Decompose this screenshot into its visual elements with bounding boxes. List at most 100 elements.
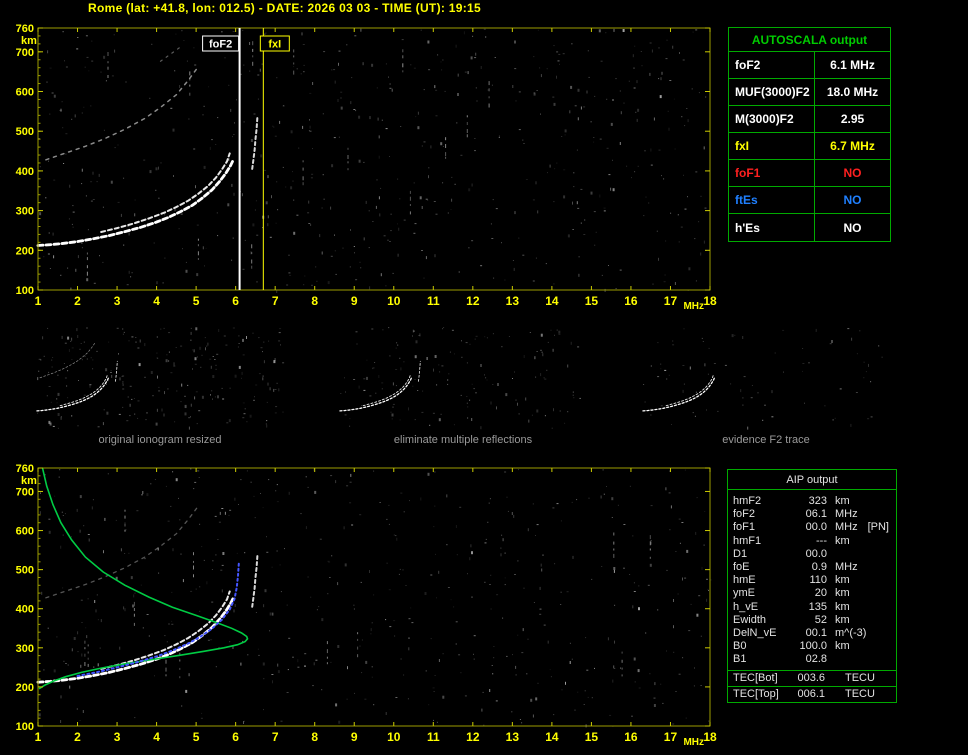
x-tick-label: 14 xyxy=(545,730,559,744)
aip-row-unit: km xyxy=(835,534,850,547)
page-title: Rome (lat: +41.8, lon: 012.5) - DATE: 20… xyxy=(88,1,481,15)
x-tick-label: 14 xyxy=(545,294,559,308)
marker-label-foF2: foF2 xyxy=(209,39,232,51)
aip-row-value: 02.8 xyxy=(805,653,827,666)
thumbnail-caption-2: evidence F2 trace xyxy=(722,434,810,446)
trace-x-mode-cusp xyxy=(114,360,118,382)
aip-table-main: AIP output hmF2 323 km foF2 06.1 MHz foF1 00.0 M… xyxy=(727,469,897,687)
aip-row-unit: km xyxy=(835,495,850,507)
autoscala-row-value: 2.95 xyxy=(840,112,865,126)
trace-second-hop-upper xyxy=(159,46,181,62)
aip-row-label: h_vE xyxy=(733,600,759,613)
autoscala-row-value: NO xyxy=(843,220,862,235)
aip-row-unit: km xyxy=(835,574,850,587)
aip-row-unit: km xyxy=(835,640,850,653)
autoscala-row-foF1: foF1 NO xyxy=(729,160,890,187)
aip-row-value: 00.1 xyxy=(805,627,827,640)
x-tick-label: 12 xyxy=(466,294,480,308)
y-tick-label: 400 xyxy=(16,166,34,178)
trace-f2-trace-x-mode xyxy=(100,152,231,233)
autoscala-row-ftEs: ftEs NO xyxy=(729,187,890,214)
aip-row-unit: km xyxy=(835,613,850,626)
x-tick-label: 5 xyxy=(193,294,200,308)
aip-row-value: 100.0 xyxy=(799,640,827,653)
y-tick-label: 600 xyxy=(16,87,34,99)
trace-f2-trace-o-mode xyxy=(36,157,236,247)
aip-table-rows: hmF2 323 km foF2 06.1 MHz foF1 00.0 MHz [PN] hmF1 -… xyxy=(728,495,896,667)
x-tick-label: 16 xyxy=(624,294,638,308)
top-ionogram-plot: 1 2 3 4 5 6 7 8 9 10 11 12 13 14 15 16 17 18MHz7607006005… xyxy=(16,23,717,312)
aip-row-label: Ewidth xyxy=(733,613,767,626)
trace-electron-density-profile xyxy=(38,467,249,690)
aip-row-value: --- xyxy=(816,534,827,547)
aip-row-unit: MHz [PN] xyxy=(835,521,889,534)
x-tick-label: 1 xyxy=(35,294,42,308)
aip-row-foE: foE 0.9 MHz xyxy=(728,561,896,574)
x-tick-label: 9 xyxy=(351,294,358,308)
y-tick-label: 400 xyxy=(16,604,34,616)
y-tick-label: 760 xyxy=(16,463,34,475)
aip-row-unit: m^(-3) xyxy=(835,627,867,640)
aip-row-value: 20 xyxy=(814,587,827,600)
plot-border xyxy=(37,467,711,727)
aip-row-label: D1 xyxy=(733,547,748,560)
x-tick-label: 4 xyxy=(153,294,160,308)
aip-row-D1: D1 00.0 xyxy=(728,548,896,561)
x-tick-label: 13 xyxy=(506,730,520,744)
aip-row-value: 06.1 xyxy=(805,508,827,521)
autoscala-row-value: 18.0 MHz xyxy=(826,85,879,99)
aip-row-label: foF1 xyxy=(733,521,756,534)
aip-row-label: hmF2 xyxy=(733,495,762,507)
trace-x-mode-cusp xyxy=(251,115,259,170)
aip-row-value: 00.0 xyxy=(805,521,827,534)
autoscala-table-title: AUTOSCALA output xyxy=(729,28,890,52)
x-tick-label: 10 xyxy=(387,730,401,744)
autoscala-row-M(3000)F2: M(3000)F2 2.95 xyxy=(729,106,890,133)
y-tick-label: 500 xyxy=(16,126,34,138)
autoscala-row-foF2: foF2 6.1 MHz xyxy=(729,52,890,79)
x-tick-label: 4 xyxy=(153,730,160,744)
y-tick-label: 500 xyxy=(16,565,34,577)
autoscala-row-label: ftEs xyxy=(729,187,815,213)
thumbnail-original-ionogram xyxy=(36,327,285,430)
autoscala-table-rows: foF2 6.1 MHz MUF(3000)F2 18.0 MHz M(3000)F2 2… xyxy=(729,52,890,241)
thumbnail-caption-0: original ionogram resized xyxy=(98,434,222,446)
autoscala-row-label: fxI xyxy=(729,133,815,159)
aip-row-value: 52 xyxy=(814,613,827,626)
x-tick-label: 16 xyxy=(624,730,638,744)
trace-f2-trace-x-mode xyxy=(665,374,714,407)
aip-row-hmF2: hmF2 323 km xyxy=(728,495,896,508)
autoscala-row-fxI: fxI 6.7 MHz xyxy=(729,133,890,160)
x-tick-label: 15 xyxy=(585,730,599,744)
y-tick-label: 600 xyxy=(16,526,34,538)
y-axis-unit: km xyxy=(21,35,37,47)
aip-row-DelN_vE: DelN_vE 00.1 m^(-3) xyxy=(728,627,896,640)
x-tick-label: 7 xyxy=(272,294,279,308)
y-tick-label: 300 xyxy=(16,643,34,655)
aip-row-unit: MHz xyxy=(835,508,858,521)
aip-row-label: ymE xyxy=(733,587,755,600)
aip-row-foF2: foF2 06.1 MHz xyxy=(728,508,896,521)
x-tick-label: 6 xyxy=(232,294,239,308)
autoscala-row-value: 6.7 MHz xyxy=(830,139,875,153)
tec-top-row: TEC[Top] 006.1 TECU xyxy=(727,686,897,703)
trace-f2-trace-o-mode xyxy=(339,376,413,412)
x-tick-label: 6 xyxy=(232,730,239,744)
trace-x-mode-cusp xyxy=(251,554,259,608)
trace-f2-trace-o-mode xyxy=(36,595,236,684)
x-tick-label: 17 xyxy=(664,730,678,744)
aip-row-unit: km xyxy=(835,600,850,613)
x-tick-label: 9 xyxy=(351,730,358,744)
tec-bottom-row: TEC[Bot] 003.6 TECU xyxy=(728,669,896,686)
aip-row-h_vE: h_vE 135 km xyxy=(728,601,896,614)
trace-f2-trace-o-mode xyxy=(36,376,110,412)
x-tick-label: 3 xyxy=(114,730,121,744)
aip-row-label: B1 xyxy=(733,653,747,666)
aip-row-label: B0 xyxy=(733,640,747,653)
x-tick-label: 3 xyxy=(114,294,121,308)
autoscala-row-label: foF1 xyxy=(729,160,815,186)
aip-row-label: DelN_vE xyxy=(733,627,777,640)
x-tick-label: 17 xyxy=(664,294,678,308)
aip-row-value: 0.9 xyxy=(811,561,827,574)
aip-row-hmF1: hmF1 --- km xyxy=(728,535,896,548)
